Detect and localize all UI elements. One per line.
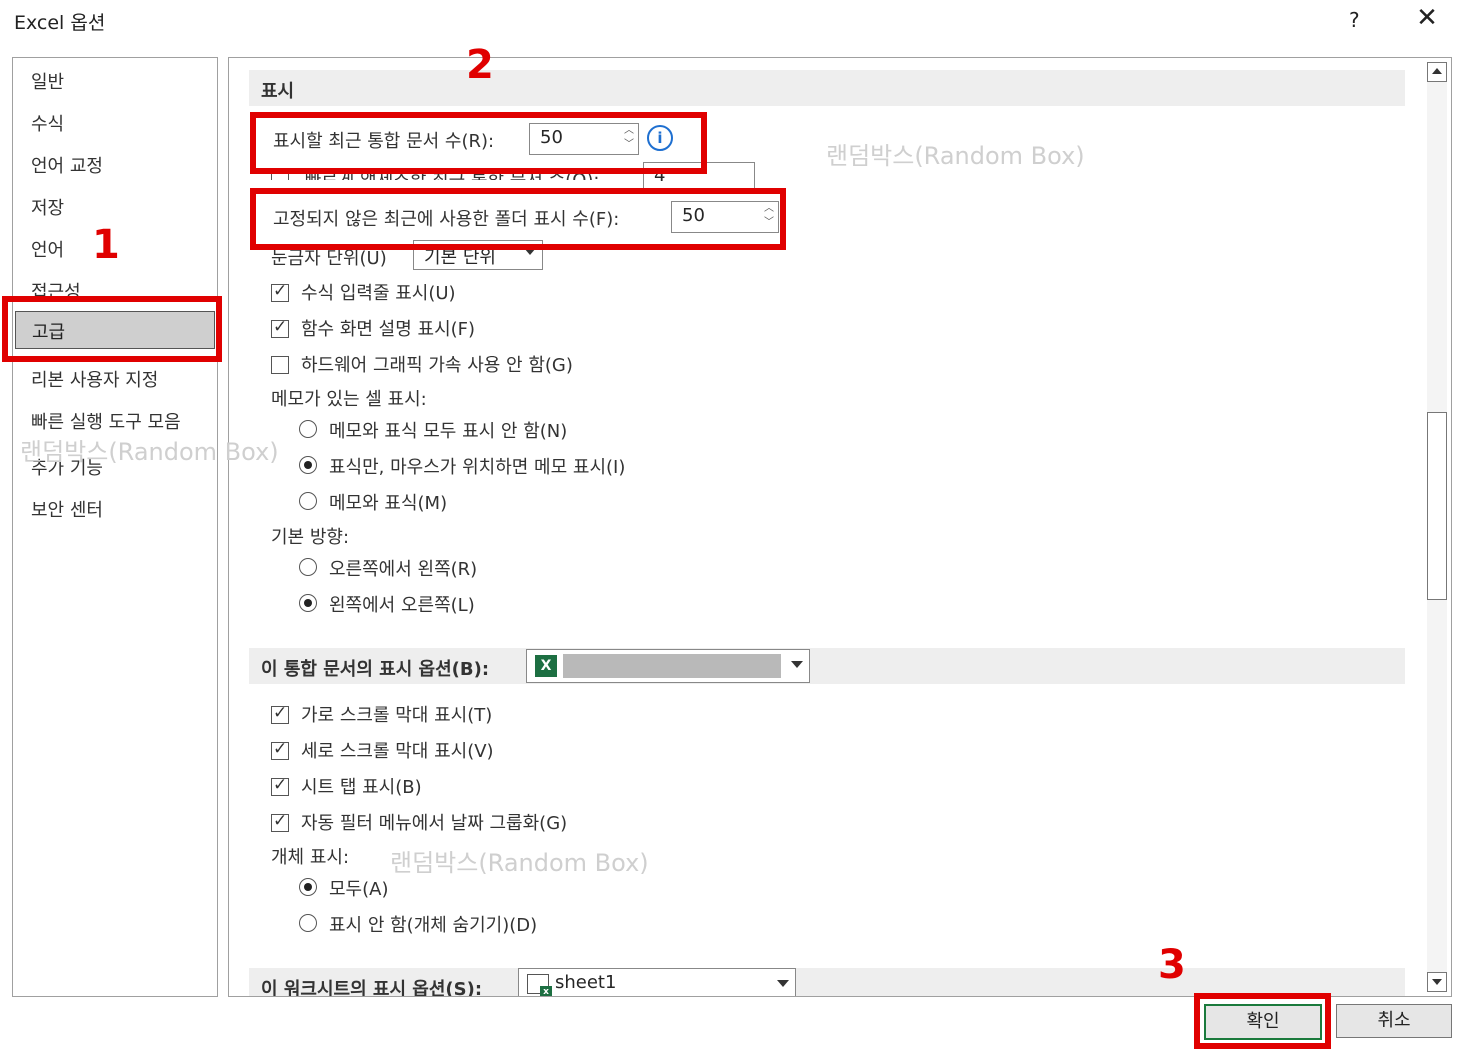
step-marker-1: 1 — [92, 222, 120, 268]
autofilter-label: 자동 필터 메뉴에서 날짜 그룹화(G) — [301, 813, 568, 834]
ok-button[interactable]: 확인 — [1204, 1004, 1322, 1040]
chevron-down-icon — [777, 980, 789, 987]
cancel-button[interactable]: 취소 — [1336, 1004, 1452, 1038]
highlight-box-unpinned-folders — [250, 188, 786, 250]
comments-indicator-label: 표식만, 마우스가 위치하면 메모 표시(I) — [329, 457, 626, 478]
step-marker-3: 3 — [1158, 942, 1186, 988]
nav-item-trust-center[interactable]: 보안 센터 — [31, 496, 103, 522]
formula-bar-label: 수식 입력줄 표시(U) — [301, 283, 456, 304]
hw-accel-checkbox[interactable] — [271, 356, 289, 374]
section-display-header: 표시 — [249, 70, 1405, 106]
highlight-box-recent-docs — [250, 112, 707, 174]
section-workbook-header: 이 통합 문서의 표시 옵션(B): — [249, 648, 1405, 684]
worksheet-name: sheet1 — [555, 972, 617, 993]
options-nav: 일반 수식 언어 교정 저장 언어 접근성 고급 리본 사용자 지정 빠른 실행… — [12, 57, 218, 997]
objects-none-radio[interactable] — [299, 914, 317, 932]
scroll-up-icon[interactable] — [1427, 62, 1447, 82]
objects-all-label: 모두(A) — [329, 879, 389, 900]
workbook-name-redacted — [563, 654, 781, 678]
window-title: Excel 옵션 — [14, 12, 106, 34]
nav-item-quick-access-toolbar[interactable]: 빠른 실행 도구 모음 — [31, 408, 181, 434]
objects-all-radio[interactable] — [299, 878, 317, 896]
dir-rtl-radio[interactable] — [299, 558, 317, 576]
sheet-tabs-checkbox[interactable] — [271, 775, 289, 796]
v-scroll-checkbox[interactable] — [271, 739, 289, 760]
watermark: 랜덤박스(Random Box) — [20, 438, 279, 466]
step-marker-2: 2 — [466, 42, 494, 88]
nav-item-customize-ribbon[interactable]: 리본 사용자 지정 — [31, 366, 158, 392]
comments-both-radio[interactable] — [299, 492, 317, 510]
h-scroll-checkbox[interactable] — [271, 703, 289, 724]
watermark: 랜덤박스(Random Box) — [390, 849, 649, 877]
h-scroll-label: 가로 스크롤 막대 표시(T) — [301, 705, 493, 726]
nav-item-save[interactable]: 저장 — [31, 194, 64, 220]
direction-label: 기본 방향: — [271, 527, 350, 548]
sheet-icon: x — [527, 974, 552, 996]
nav-item-proofing[interactable]: 언어 교정 — [31, 152, 103, 178]
close-icon[interactable]: ✕ — [1414, 4, 1440, 32]
comments-label: 메모가 있는 셀 표시: — [271, 389, 427, 410]
hw-accel-label: 하드웨어 그래픽 가속 사용 안 함(G) — [301, 355, 573, 376]
nav-item-formulas[interactable]: 수식 — [31, 110, 64, 136]
comments-none-radio[interactable] — [299, 420, 317, 438]
scroll-thumb[interactable] — [1427, 412, 1447, 600]
worksheet-dropdown[interactable]: x sheet1 — [518, 968, 796, 996]
highlight-box-advanced — [2, 296, 222, 362]
sheet-tabs-label: 시트 탭 표시(B) — [301, 777, 422, 798]
scroll-down-icon[interactable] — [1427, 972, 1447, 992]
dir-ltr-label: 왼쪽에서 오른쪽(L) — [329, 595, 475, 616]
objects-label: 개체 표시: — [271, 847, 350, 868]
help-button[interactable]: ? — [1349, 8, 1360, 32]
objects-none-label: 표시 안 함(개체 숨기기)(D) — [329, 915, 538, 936]
workbook-dropdown[interactable]: X — [526, 649, 810, 683]
comments-none-label: 메모와 표식 모두 표시 안 함(N) — [329, 421, 568, 442]
nav-item-language[interactable]: 언어 — [31, 236, 64, 262]
nav-item-general[interactable]: 일반 — [31, 68, 64, 94]
function-tips-label: 함수 화면 설명 표시(F) — [301, 319, 476, 340]
chevron-down-icon — [791, 661, 803, 668]
formula-bar-checkbox[interactable] — [271, 281, 289, 302]
autofilter-checkbox[interactable] — [271, 811, 289, 832]
vertical-scrollbar[interactable] — [1427, 62, 1447, 992]
function-tips-checkbox[interactable] — [271, 317, 289, 338]
excel-icon: X — [535, 655, 557, 677]
comments-indicator-radio[interactable] — [299, 456, 317, 474]
v-scroll-label: 세로 스크롤 막대 표시(V) — [301, 741, 494, 762]
dir-rtl-label: 오른쪽에서 왼쪽(R) — [329, 559, 478, 580]
dir-ltr-radio[interactable] — [299, 594, 317, 612]
watermark: 랜덤박스(Random Box) — [826, 142, 1085, 170]
comments-both-label: 메모와 표식(M) — [329, 493, 448, 514]
